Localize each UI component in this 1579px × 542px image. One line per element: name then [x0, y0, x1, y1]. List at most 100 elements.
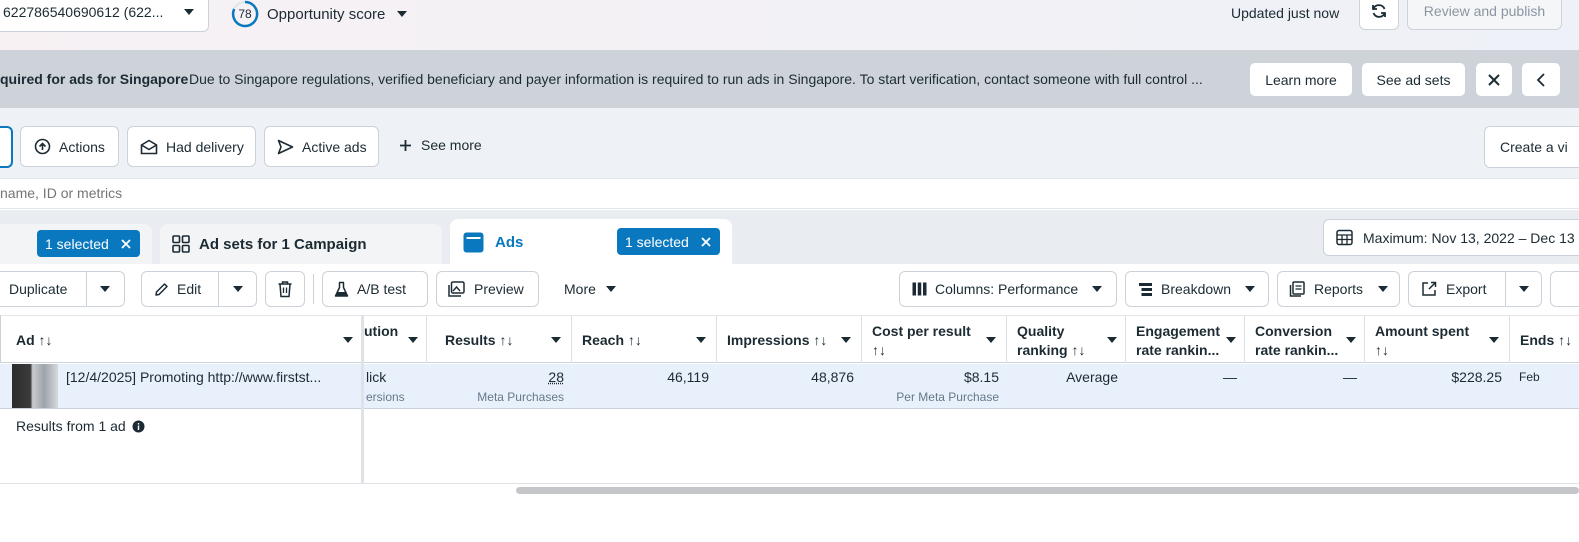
frozen-column-divider[interactable] [361, 315, 364, 483]
chevron-down-icon[interactable] [551, 337, 561, 343]
chevron-down-icon[interactable] [1107, 337, 1117, 343]
columns-label: Columns: Performance [935, 281, 1079, 297]
preview-label: Preview [474, 281, 524, 297]
cell-results: 28 Meta Purchases [427, 364, 572, 409]
header-quality-sort: ranking ↑↓ [1017, 342, 1086, 358]
export-button[interactable]: Export [1408, 271, 1542, 307]
date-range-picker[interactable]: Maximum: Nov 13, 2022 – Dec 13 [1323, 219, 1579, 256]
account-selector[interactable]: 622786540690612 (622... [0, 0, 209, 32]
learn-more-button[interactable]: Learn more [1249, 62, 1353, 97]
chevron-down-icon [397, 11, 408, 17]
chevron-down-icon[interactable] [696, 337, 706, 343]
score-gauge-icon: 78 [231, 0, 259, 28]
columns-button[interactable]: Columns: Performance [899, 271, 1117, 307]
chevron-down-icon[interactable] [1489, 337, 1499, 343]
column-header-quality-ranking[interactable]: Quality ranking ↑↓ [1007, 315, 1126, 363]
column-header-cost-per-result[interactable]: Cost per result ↑↓ [862, 315, 1007, 363]
filter-actions-label: Actions [59, 138, 105, 155]
quality-value: Average [1066, 369, 1118, 385]
column-header-ends[interactable]: Ends ↑↓ [1510, 315, 1579, 363]
collapse-banner-button[interactable] [1521, 62, 1561, 97]
more-button[interactable]: More [564, 281, 616, 297]
chevron-left-icon [1536, 72, 1546, 87]
column-header-reach[interactable]: Reach ↑↓ [572, 315, 717, 363]
filter-actions[interactable]: Actions [20, 126, 119, 167]
reach-value: 46,119 [667, 369, 709, 385]
cell-cost-per-result: $8.15 Per Meta Purchase [862, 364, 1007, 409]
column-header-results[interactable]: Results ↑↓ [427, 315, 572, 363]
edit-button[interactable]: Edit [141, 271, 257, 307]
dismiss-banner-button[interactable] [1475, 62, 1513, 97]
opportunity-score[interactable]: 78 Opportunity score [231, 0, 408, 28]
column-header-ad[interactable]: Ad ↑↓ [0, 315, 362, 363]
delete-button[interactable] [265, 271, 305, 307]
ab-test-button[interactable]: A/B test [322, 271, 428, 307]
cell-attribution: lick ersions [364, 364, 427, 409]
campaign-selected-badge[interactable]: 1 selected [37, 230, 140, 257]
see-ad-sets-button[interactable]: See ad sets [1361, 62, 1466, 97]
chevron-down-icon [605, 286, 616, 292]
chevron-down-icon [1378, 286, 1389, 292]
search-field[interactable] [0, 178, 1579, 209]
results-summary-label: Results from 1 ad [16, 418, 126, 434]
flask-icon [334, 281, 349, 298]
header-conversion-sub: rate rankin... [1255, 342, 1339, 358]
refresh-icon [1370, 2, 1388, 20]
cost-per-result-value: $8.15 [963, 369, 999, 385]
horizontal-scrollbar[interactable] [516, 487, 1579, 494]
filter-active-ads[interactable]: Active ads [264, 126, 379, 167]
chevron-down-icon[interactable] [1346, 337, 1356, 343]
review-publish-button[interactable]: Review and publish [1407, 0, 1562, 30]
header-engagement-sub: rate rankin... [1136, 342, 1220, 358]
header-quality-label: Quality [1017, 323, 1065, 339]
breakdown-button[interactable]: Breakdown [1125, 271, 1269, 307]
cell-amount-spent: $228.25 [1365, 364, 1510, 409]
preview-button[interactable]: Preview [436, 271, 539, 307]
column-header-attribution[interactable]: ution [364, 315, 427, 363]
chevron-down-icon[interactable] [841, 337, 851, 343]
chevron-down-icon[interactable] [1226, 337, 1236, 343]
filter-selected-partial[interactable] [0, 126, 13, 168]
ad-name-link[interactable]: [12/4/2025] Promoting http://www.firstst… [66, 369, 348, 385]
updated-status: Updated just now [1231, 5, 1340, 21]
attribution-value: lick [366, 369, 387, 385]
close-icon[interactable] [701, 236, 711, 247]
ad-thumbnail[interactable] [12, 364, 58, 408]
tab-ad-sets[interactable]: Ad sets for 1 Campaign [160, 224, 442, 264]
see-ad-sets-label: See ad sets [1376, 71, 1451, 88]
chevron-down-icon[interactable] [986, 337, 996, 343]
see-more-button[interactable]: See more [399, 137, 482, 153]
chevron-down-icon[interactable] [343, 337, 353, 343]
search-input[interactable] [0, 185, 600, 201]
divider [313, 274, 314, 304]
ads-selected-badge[interactable]: 1 selected [617, 228, 720, 255]
chevron-down-icon[interactable] [100, 286, 110, 292]
refresh-button[interactable] [1359, 0, 1399, 30]
send-icon [277, 139, 294, 155]
close-icon[interactable] [121, 238, 131, 249]
ab-test-label: A/B test [357, 281, 407, 297]
reports-button[interactable]: Reports [1277, 271, 1400, 307]
amount-spent-value: $228.25 [1451, 369, 1502, 385]
chevron-down-icon[interactable] [408, 337, 418, 343]
envelope-icon [140, 139, 158, 155]
column-header-amount-spent[interactable]: Amount spent ↑↓ [1365, 315, 1510, 363]
duplicate-button[interactable]: Duplicate [0, 271, 125, 307]
trash-icon [277, 280, 293, 298]
chevron-down-icon[interactable] [1519, 286, 1529, 292]
create-view-button[interactable]: Create a vi [1484, 126, 1579, 168]
column-header-engagement-ranking[interactable]: Engagement rate rankin... [1126, 315, 1245, 363]
grid-icon [172, 235, 190, 253]
header-engagement-label: Engagement [1136, 323, 1221, 339]
results-value[interactable]: 28 [548, 369, 564, 385]
conversion-value: — [1343, 369, 1357, 385]
chevron-down-icon[interactable] [233, 286, 243, 292]
filter-had-delivery[interactable]: Had delivery [127, 126, 256, 167]
column-header-impressions[interactable]: Impressions ↑↓ [717, 315, 862, 363]
more-toolbar-button[interactable] [1550, 271, 1579, 307]
info-icon[interactable] [132, 420, 145, 433]
date-range-label: Maximum: Nov 13, 2022 – Dec 13 [1363, 229, 1575, 246]
breakdown-label: Breakdown [1161, 281, 1232, 297]
cell-quality-ranking: Average [1007, 364, 1126, 409]
column-header-conversion-ranking[interactable]: Conversion rate rankin... [1245, 315, 1365, 363]
